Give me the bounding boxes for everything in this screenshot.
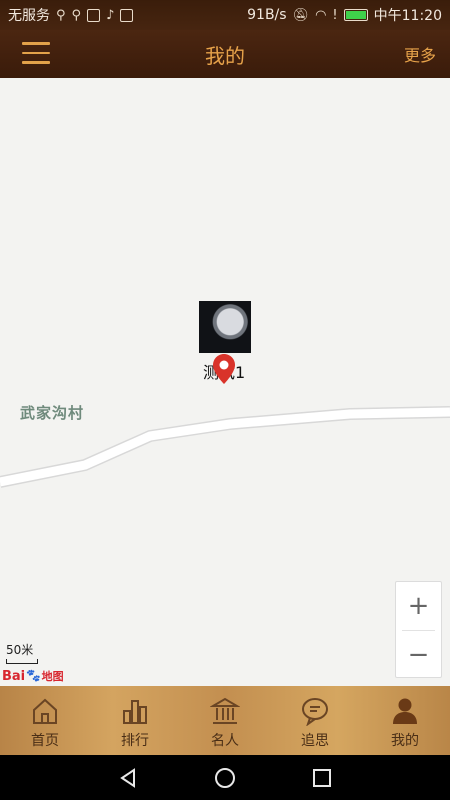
tab-ranking[interactable]: 排行: [90, 686, 180, 755]
back-icon[interactable]: [117, 767, 139, 789]
status-right: 91B/s 🔕︎ ◠ ! 中午11:20: [247, 5, 442, 25]
app-notification-icon: [87, 8, 101, 22]
tab-home[interactable]: 首页: [0, 686, 90, 755]
scale-label: 50米: [6, 643, 34, 657]
tab-memorial[interactable]: 追思: [270, 686, 360, 755]
alert-icon: !: [332, 7, 338, 23]
zoom-control: + −: [395, 581, 442, 678]
scale-bar: [6, 659, 38, 664]
bottom-tab-bar: 首页 排行 名人 追思 我的: [0, 686, 450, 755]
carrier-text: 无服务: [8, 8, 50, 24]
map-pin-icon[interactable]: [213, 354, 235, 384]
usb-icon: ⚲: [56, 7, 66, 23]
home-circle-icon[interactable]: [214, 767, 236, 789]
tiktok-icon: ♪: [106, 7, 115, 23]
place-label: 武家沟村: [20, 404, 85, 422]
tab-label: 排行: [121, 733, 149, 749]
tab-label: 名人: [211, 733, 239, 749]
mute-icon: 🔕︎: [292, 7, 310, 23]
clock: 中午11:20: [373, 8, 442, 24]
page-title: 我的: [205, 43, 245, 68]
recents-icon[interactable]: [311, 767, 333, 789]
person-icon: [393, 698, 417, 724]
temple-icon: [210, 697, 240, 724]
battery-icon: [343, 9, 368, 21]
zoom-out-button[interactable]: −: [396, 631, 441, 679]
status-bar: 无服务 ⚲ ⚲ ♪ 91B/s 🔕︎ ◠ ! 中午11:20: [0, 0, 450, 30]
zoom-in-button[interactable]: +: [396, 582, 441, 630]
tab-label: 追思: [301, 733, 329, 749]
tab-celebrities[interactable]: 名人: [180, 686, 270, 755]
more-button[interactable]: 更多: [404, 42, 436, 66]
hamburger-menu-icon[interactable]: [22, 42, 50, 66]
chat-bubble-icon: [302, 698, 328, 726]
marker-photo[interactable]: [199, 301, 251, 353]
tab-label: 我的: [391, 733, 419, 749]
tab-label: 首页: [31, 733, 59, 749]
paw-icon: 🐾︎: [25, 669, 42, 684]
ranking-icon: [123, 700, 147, 724]
logo-sub: 地图: [41, 670, 64, 683]
network-speed: 91B/s: [247, 7, 287, 23]
image-notification-icon: [120, 8, 134, 22]
wifi-icon: ◠: [315, 7, 327, 23]
usb-icon-2: ⚲: [71, 7, 82, 23]
title-bar: 我的 更多: [0, 30, 450, 78]
system-nav-bar: [0, 755, 450, 800]
status-left: 无服务 ⚲ ⚲ ♪: [8, 5, 134, 25]
map-scale: 50米: [6, 641, 38, 664]
tab-mine[interactable]: 我的: [360, 686, 450, 755]
baidu-map-logo: Bai🐾︎地图: [2, 668, 64, 684]
logo-text: Bai: [2, 669, 26, 684]
home-icon: [33, 698, 57, 724]
map-view[interactable]: 武家沟村 测试1 + − 50米 Bai🐾︎地图: [0, 78, 450, 686]
